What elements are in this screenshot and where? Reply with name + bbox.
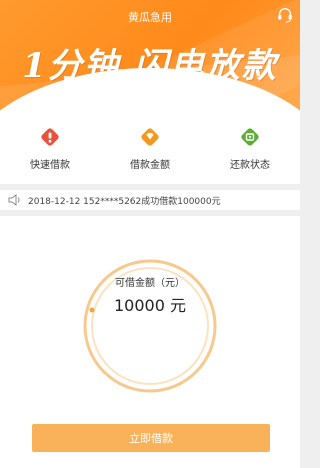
diamond-red-icon (41, 128, 59, 146)
repay-status-item[interactable]: 还款状态 (200, 116, 300, 184)
diamond-orange-icon (141, 128, 159, 146)
quick-menu: 快速借款 借款金额 还款状态 (0, 116, 300, 184)
notice-text: 2018-12-12 152****5262成功借款100000元 (28, 196, 221, 207)
borrow-now-button[interactable]: 立即借款 (32, 424, 270, 452)
loan-amount-label: 借款金额 (130, 160, 170, 171)
loan-amount-item[interactable]: 借款金额 (100, 116, 200, 184)
loan-card: 可借金额（元） 10000 元 立即借款 (0, 216, 300, 468)
quick-loan-label: 快速借款 (30, 160, 70, 171)
repay-status-label: 还款状态 (230, 160, 270, 171)
app-title: 黄瓜急用 (128, 11, 172, 24)
quick-loan-item[interactable]: 快速借款 (0, 116, 100, 184)
notice-bar: 2018-12-12 152****5262成功借款100000元 (0, 190, 300, 210)
header-banner: 黄瓜急用 1分钟 闪电放款 (0, 0, 300, 116)
available-amount-value: 10000 元 (114, 296, 186, 315)
headset-icon[interactable] (276, 6, 294, 24)
available-amount-label: 可借金额（元） (115, 278, 185, 289)
slogan: 1分钟 闪电放款 (22, 46, 278, 86)
speaker-icon (8, 194, 20, 206)
diamond-green-icon (241, 128, 259, 146)
